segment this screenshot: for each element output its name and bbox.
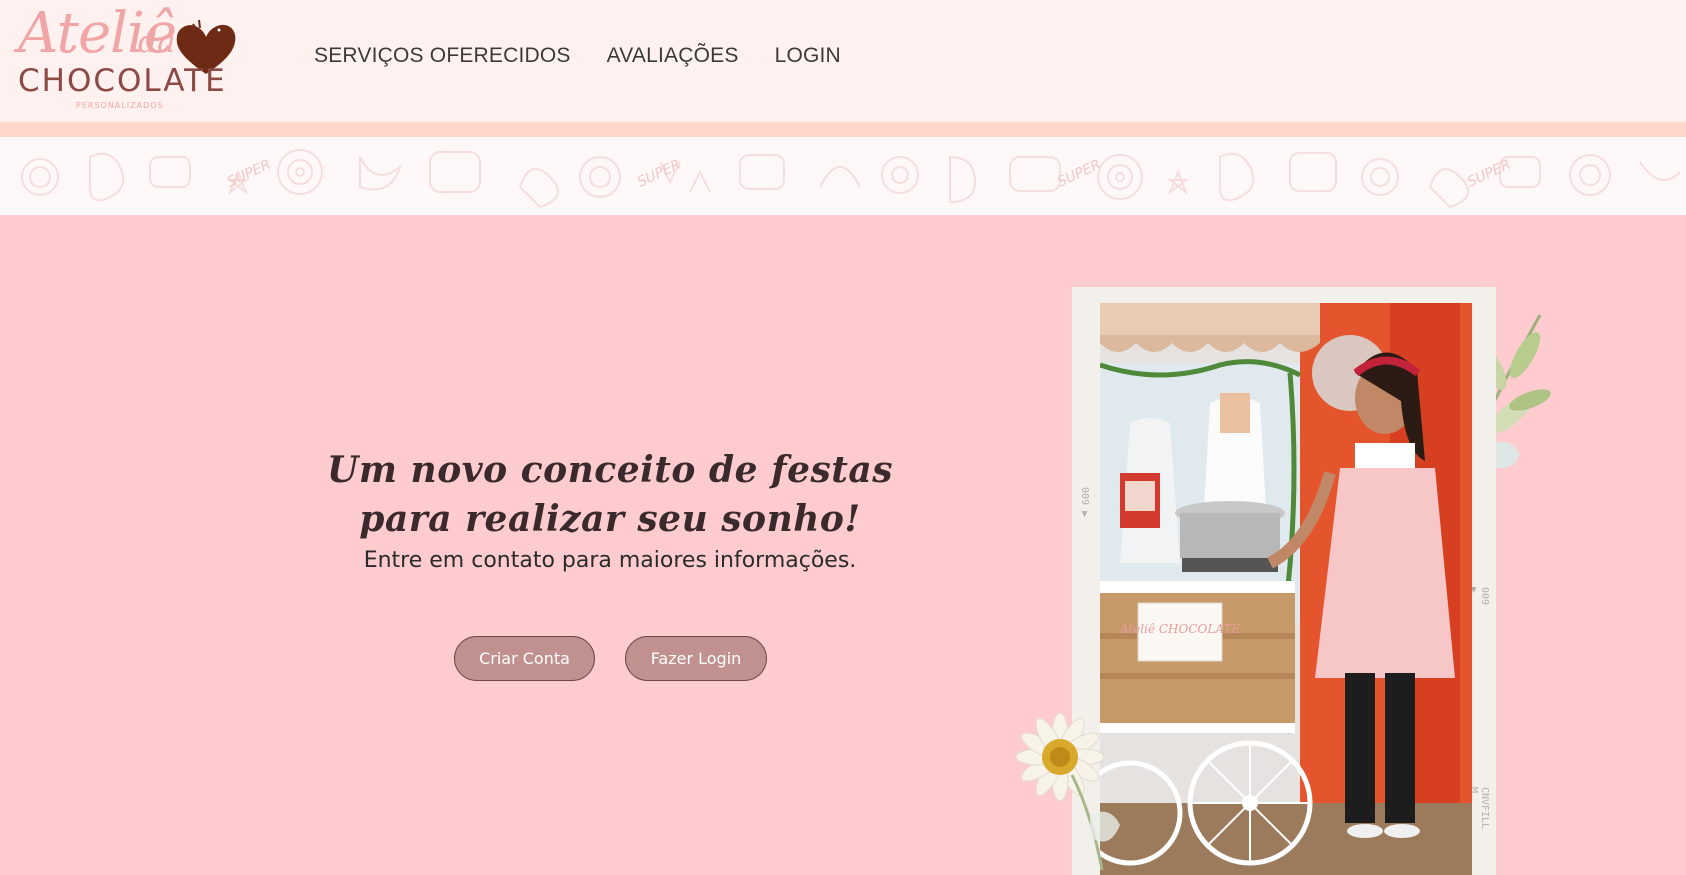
svg-text:SUPER: SUPER [635, 157, 684, 191]
hero-photo-collage: 009 ▶ 009 ▶ CNVFILL M Ateliê CHOCOLATE [1000, 285, 1560, 875]
nav-link-servicos[interactable]: SERVIÇOS OFERECIDOS [314, 44, 571, 68]
doodle-pattern-band: SUPER SUPER SUPER SUPER [0, 137, 1686, 215]
svg-text:SUPER: SUPER [225, 157, 274, 191]
svg-text:SUPER: SUPER [1055, 157, 1104, 191]
brand-logo[interactable]: Ateliê da CHOCOLATE PERSONALIZADOS [18, 6, 236, 110]
hero-headline: Um novo conceito de festas para realizar… [327, 449, 893, 540]
polaroid-frame: 009 ▶ 009 ▶ CNVFILL M Ateliê CHOCOLATE [1072, 287, 1496, 875]
nav-link-login[interactable]: LOGIN [775, 44, 841, 68]
doodle-pattern-graphic: SUPER SUPER SUPER SUPER [21, 149, 1681, 209]
header-divider-strip [0, 122, 1686, 137]
site-header: Ateliê da CHOCOLATE PERSONALIZADOS SERVI… [0, 0, 1686, 122]
nav-link-avaliacoes[interactable]: AVALIAÇÕES [607, 44, 739, 68]
film-edge-mark: 009 ▶ [1079, 487, 1090, 518]
create-account-button[interactable]: Criar Conta [454, 636, 595, 681]
hero-subline: Entre em contato para maiores informaçõe… [363, 548, 857, 573]
daisy-flower-icon [1015, 712, 1120, 871]
main-nav: SERVIÇOS OFERECIDOS AVALIAÇÕES LOGIN [314, 44, 841, 68]
cart-photo-illustration: Ateliê CHOCOLATE [1100, 303, 1472, 875]
svg-text:SUPER: SUPER [1465, 157, 1514, 191]
logo-word-text: CHOCOLATE [18, 63, 227, 99]
logo-tagline: PERSONALIZADOS [76, 101, 164, 110]
login-button[interactable]: Fazer Login [625, 636, 767, 681]
logo-script-small-text: da [138, 25, 176, 60]
cotton-candy-cart-photo: Ateliê CHOCOLATE [1100, 303, 1472, 875]
cart-sign-text: Ateliê CHOCOLATE [1119, 622, 1240, 636]
